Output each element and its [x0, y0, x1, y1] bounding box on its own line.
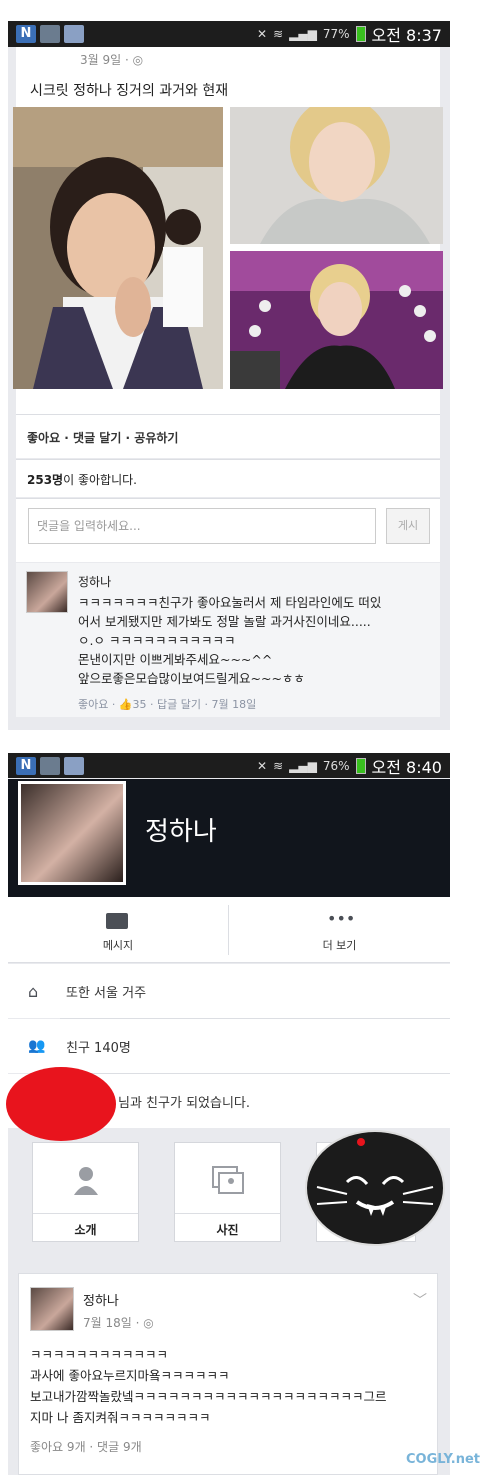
gallery-app-icon — [40, 757, 60, 775]
comment-text: ㅋㅋㅋㅋㅋㅋㅋ친구가 좋아요눌러서 제 타임라인에도 떠있 어서 보게됐지만 제… — [78, 595, 382, 686]
home-icon: ⌂ — [28, 981, 39, 1001]
mute-icon: ✕ — [257, 27, 268, 41]
naver-app-icon: N — [16, 25, 36, 43]
comment-input[interactable]: 댓글을 입력하세요... — [28, 508, 376, 544]
wifi-icon: ≋ — [273, 759, 284, 773]
signal-icon: ▂▄▆ — [289, 759, 317, 773]
post-date: 3월 9일 · ◎ — [80, 53, 144, 67]
about-label: 소개 — [74, 1223, 97, 1237]
past-photo[interactable] — [13, 107, 223, 389]
battery-icon — [355, 26, 366, 42]
clock: 오전 8:40 — [371, 758, 442, 777]
comment-meta[interactable]: 좋아요 · 👍35 · 답글 달기 · 7월 18일 — [78, 696, 256, 712]
more-dots-icon: ••• — [327, 909, 356, 928]
clock: 오전 8:37 — [371, 26, 442, 45]
divider — [175, 1213, 280, 1214]
friends-count: 친구 140명 — [66, 1040, 131, 1056]
watermark: COGLY.net — [406, 1452, 481, 1467]
profile-name: 정하나 — [145, 817, 217, 847]
globe-icon: ◎ — [143, 1316, 154, 1330]
more-label: 더 보기 — [322, 939, 357, 952]
timeline-post-card: 정하나 7월 18일 · ◎ ﹀ ㅋㅋㅋㅋㅋㅋㅋㅋㅋㅋㅋㅋ 과사에 좋아요누르지… — [18, 1273, 438, 1475]
post-engagement[interactable]: 좋아요 9개 · 댓글 9개 — [30, 1438, 142, 1455]
likes-summary[interactable]: 253명이 좋아합니다. — [27, 471, 137, 488]
comment-input-row: 댓글을 입력하세요... 게시 — [16, 498, 440, 562]
profile-cover: 정하나 — [8, 779, 450, 897]
became-friends-text: 님과 친구가 되었습니다. — [118, 1095, 250, 1111]
message-tab[interactable]: 메시지 — [8, 897, 228, 963]
mute-icon: ✕ — [257, 759, 268, 773]
photos-tile[interactable]: 사진 — [174, 1142, 281, 1242]
message-icon — [106, 913, 128, 929]
likes-row: 253명이 좋아합니다. — [16, 459, 440, 497]
comment-item: 정하나 ㅋㅋㅋㅋㅋㅋㅋ친구가 좋아요눌러서 제 타임라인에도 떠있 어서 보게됐… — [16, 563, 440, 717]
about-tile[interactable]: 소개 — [32, 1142, 139, 1242]
photos-icon — [211, 1165, 245, 1195]
post-body: ㅋㅋㅋㅋㅋㅋㅋㅋㅋㅋㅋㅋ 과사에 좋아요누르지마욬ㅋㅋㅋㅋㅋㅋ 보고내가깜짝놀랐… — [30, 1347, 387, 1425]
profile-picture[interactable] — [18, 781, 126, 885]
post-author[interactable]: 정하나 — [83, 1290, 119, 1309]
more-tab[interactable]: ••• 더 보기 — [229, 897, 450, 963]
post-date[interactable]: 7월 18일 · ◎ — [83, 1312, 154, 1331]
post-actions[interactable]: 좋아요 · 댓글 달기 · 공유하기 — [27, 429, 178, 446]
post-author-avatar[interactable] — [30, 1287, 74, 1331]
cat-face-sticker — [305, 1130, 445, 1246]
present-photo-top[interactable] — [230, 107, 443, 244]
wifi-icon: ≋ — [273, 27, 284, 41]
photo-app-icon — [64, 25, 84, 43]
post-card: 3월 9일 · ◎ 시크릿 정하나 징거의 과거와 현재 — [13, 47, 443, 414]
divider — [16, 459, 440, 460]
status-bar: N ✕ ≋ ▂▄▆ 77% 오전 8:37 — [8, 21, 450, 47]
gallery-app-icon — [40, 25, 60, 43]
post-title: 시크릿 정하나 징거의 과거와 현재 — [30, 83, 229, 99]
message-label: 메시지 — [102, 939, 134, 952]
divider — [16, 414, 440, 415]
comment-author[interactable]: 정하나 — [78, 573, 111, 590]
globe-icon: ◎ — [132, 53, 144, 67]
screen-bottom-edge — [8, 718, 450, 730]
censor-blob — [6, 1067, 116, 1141]
post-comment-button[interactable]: 게시 — [386, 508, 430, 544]
photo-app-icon — [64, 757, 84, 775]
battery-percent: 77% — [322, 27, 350, 41]
battery-icon — [355, 758, 366, 774]
lives-in-row[interactable]: ⌂ 또한 서울 거주 — [8, 964, 450, 1018]
status-bar-2: N ✕ ≋ ▂▄▆ 76% 오전 8:40 — [8, 753, 450, 779]
chevron-down-icon[interactable]: ﹀ — [413, 1290, 427, 1310]
signal-icon: ▂▄▆ — [289, 27, 317, 41]
naver-app-icon: N — [16, 757, 36, 775]
comment-avatar[interactable] — [26, 571, 68, 613]
person-icon — [71, 1165, 101, 1195]
photos-label: 사진 — [216, 1223, 239, 1237]
post-actions-row: 좋아요 · 댓글 달기 · 공유하기 — [16, 414, 440, 458]
battery-percent: 76% — [322, 759, 350, 773]
friends-icon: 👥 — [28, 1038, 46, 1054]
profile-tabs: 메시지 ••• 더 보기 — [8, 897, 450, 963]
present-photo-bottom[interactable] — [230, 251, 443, 389]
lives-in-text: 또한 서울 거주 — [66, 985, 147, 1001]
friends-row[interactable]: 👥 친구 140명 — [8, 1019, 450, 1073]
divider — [33, 1213, 138, 1214]
divider — [16, 498, 440, 499]
